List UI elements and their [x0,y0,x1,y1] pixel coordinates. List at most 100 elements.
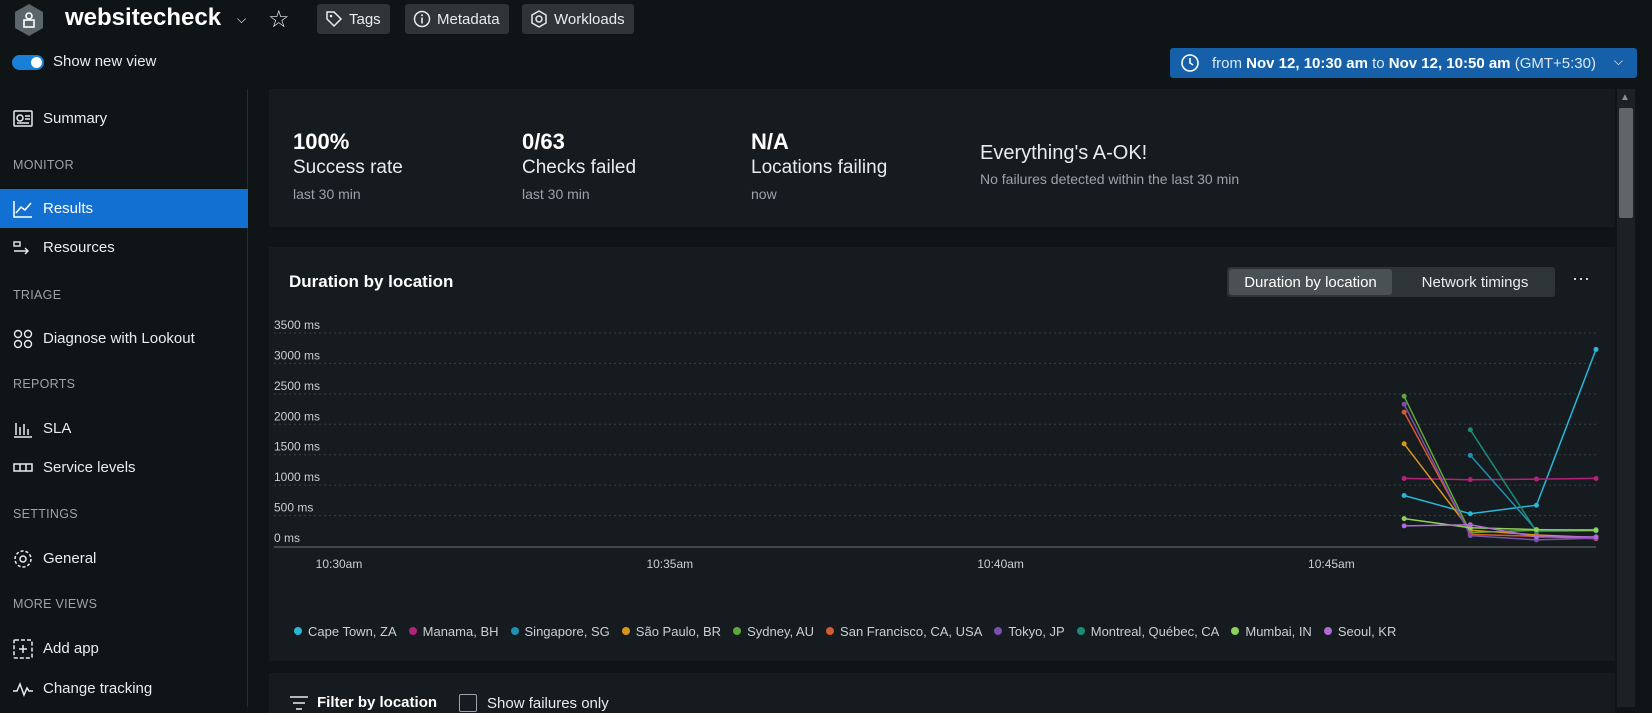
sidebar-item-change-tracking[interactable]: Change tracking [0,669,248,708]
legend-label: Seoul, KR [1337,624,1397,639]
legend-item[interactable]: Mumbai, IN [1231,624,1312,639]
entity-title[interactable]: websitecheck [65,4,221,32]
new-view-toggle[interactable] [12,55,44,70]
y-tick-label: 500 ms [274,501,313,515]
legend-item[interactable]: Montreal, Québec, CA [1076,624,1220,639]
info-icon [413,10,431,28]
data-point [1467,427,1473,433]
x-tick-label: 10:30am [316,557,363,571]
data-point [1593,475,1599,481]
data-point [1593,527,1599,533]
legend-label: Mumbai, IN [1245,624,1312,639]
x-tick-label: 10:45am [1308,557,1355,571]
failures-checkbox-label: Show failures only [487,694,609,712]
legend-item[interactable]: Sydney, AU [733,624,814,639]
legend-item[interactable]: Singapore, SG [510,624,610,639]
hexagon-icon [531,10,547,28]
locations-failing-value: N/A [751,129,789,154]
checks-failed-period: last 30 min [522,186,590,202]
sidebar: Summary MONITOR Results Resources TRIAGE… [0,89,248,707]
failures-checkbox[interactable] [459,694,477,712]
show-failures-only[interactable]: Show failures only [459,694,609,712]
tags-button[interactable]: Tags [317,4,390,34]
data-point [1467,533,1473,539]
legend-swatch [510,627,519,635]
chevron-down-icon[interactable]: ⌵ [237,12,246,27]
top-bar: websitecheck ⌵ ☆ Tags Metadata Workloads… [0,0,1652,89]
y-tick-label: 3500 ms [274,318,320,332]
sidebar-item-sla[interactable]: SLA [0,409,248,448]
star-icon[interactable]: ☆ [268,5,290,34]
legend-item[interactable]: Tokyo, JP [994,624,1065,639]
sidebar-item-add-app[interactable]: Add app [0,629,248,668]
filter-icon [290,695,308,710]
data-point [1401,516,1407,522]
legend-label: São Paulo, BR [635,624,722,639]
legend-label: Montreal, Québec, CA [1090,624,1220,639]
series-line [1469,454,1597,531]
data-point [1467,477,1473,483]
x-tick-label: 10:40am [977,557,1024,571]
checks-failed-label: Checks failed [522,157,637,178]
more-options-icon[interactable]: ··· [1572,268,1590,289]
legend-label: Sydney, AU [747,624,815,639]
line-chart-icon [13,200,32,218]
workloads-button-label: Workloads [554,10,625,28]
legend-swatch [621,627,630,635]
legend-label: Manama, BH [422,624,499,639]
sidebar-item-results[interactable]: Results [0,189,248,228]
bar-chart-icon [14,422,32,438]
data-point [1467,511,1473,517]
metadata-button[interactable]: Metadata [405,4,509,34]
y-tick-label: 0 ms [274,531,300,545]
data-point [1593,346,1599,352]
chart-view-switch: Duration by location Network timings [1227,267,1555,297]
y-tick-label: 1500 ms [274,440,320,454]
legend-item[interactable]: Seoul, KR [1323,624,1397,639]
sidebar-item-resources[interactable]: Resources [0,228,248,267]
sidebar-item-summary[interactable]: Summary [0,99,248,138]
resources-icon [13,240,29,254]
data-point [1467,522,1473,528]
locations-failing-label: Locations failing [751,157,888,178]
y-tick-label: 1000 ms [274,470,320,484]
success-rate-value: 100% [293,129,350,154]
status-subtitle: No failures detected within the last 30 … [980,171,1240,187]
legend-item[interactable]: São Paulo, BR [621,624,722,639]
legend-swatch [826,627,835,635]
tab-network-timings[interactable]: Network timings [1397,269,1553,295]
data-point [1533,476,1539,482]
data-point [1401,492,1407,498]
series-line [1469,429,1597,533]
checks-failed-value: 0/63 [522,129,565,154]
success-rate-label: Success rate [293,157,403,178]
legend-swatch [408,627,417,635]
tab-duration-by-location[interactable]: Duration by location [1229,269,1392,295]
sidebar-item-general[interactable]: General [0,539,248,578]
add-app-icon [13,638,33,659]
status-title: Everything's A-OK! [980,142,1148,164]
sidebar-item-service-levels[interactable]: Service levels [0,448,248,487]
filter-by-location[interactable]: Filter by location [289,694,437,711]
scroll-up-arrow-icon[interactable]: ▲ [1620,92,1630,103]
tags-button-label: Tags [349,10,381,28]
legend-item[interactable]: Manama, BH [408,624,499,639]
chart-title: Duration by location [289,272,454,291]
chevron-down-icon: ⌵ [1613,54,1623,68]
legend-item[interactable]: San Francisco, CA, USA [826,624,982,639]
lookout-icon [13,329,33,348]
workloads-button[interactable]: Workloads [522,4,634,34]
sidebar-item-label: General [43,550,97,567]
scrollbar-thumb[interactable] [1619,108,1633,218]
sidebar-item-label: Change tracking [43,680,153,697]
data-point [1533,534,1539,540]
legend-swatch [294,627,302,635]
sidebar-item-label: Service levels [43,459,136,476]
time-middle: to [1372,54,1385,72]
legend-item[interactable]: Cape Town, ZA [294,624,397,639]
section-reports: REPORTS [13,377,76,391]
time-range-picker[interactable]: from Nov 12, 10:30 am to Nov 12, 10:50 a… [1170,48,1637,78]
data-point [1401,475,1407,481]
dashboard-icon [13,109,33,127]
sidebar-item-diagnose[interactable]: Diagnose with Lookout [0,319,248,358]
